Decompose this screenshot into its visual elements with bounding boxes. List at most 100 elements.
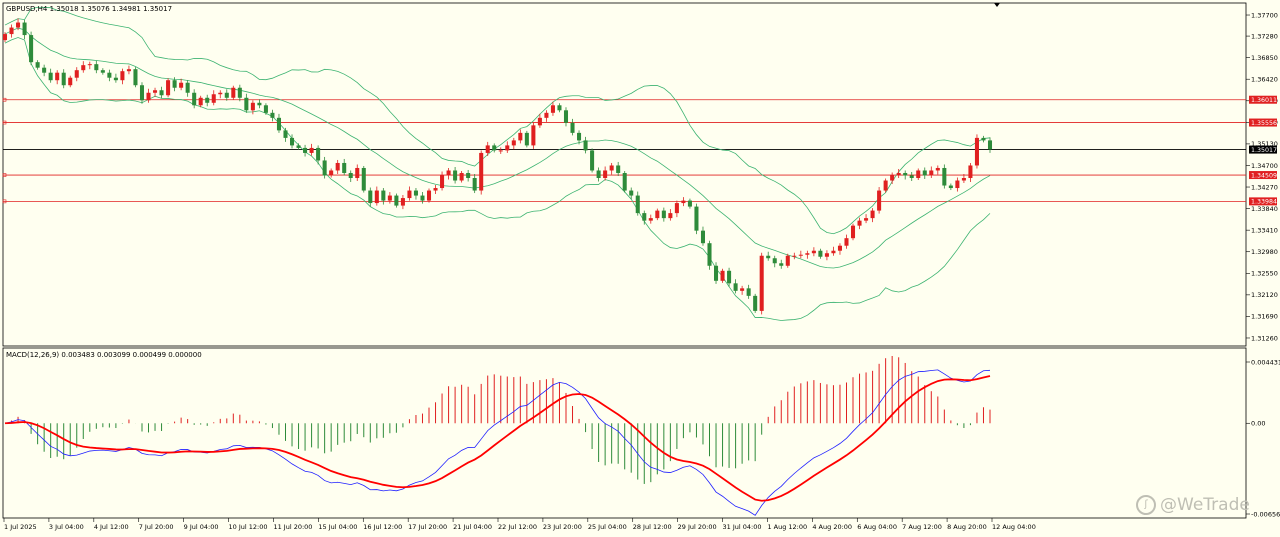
time-tick-label: 28 Jul 12:00 xyxy=(633,523,672,531)
candle-body xyxy=(231,87,236,98)
price-chart-canvas[interactable]: 1.377001.372801.368501.364201.359901.355… xyxy=(0,0,1280,537)
candle-body xyxy=(381,190,386,201)
candle-body xyxy=(283,130,288,138)
candle-body xyxy=(681,200,686,204)
candle-body xyxy=(766,255,771,259)
candle-body xyxy=(479,152,484,191)
candle-body xyxy=(2,34,8,41)
candle-body xyxy=(616,165,621,173)
time-tick-label: 1 Jul 2025 xyxy=(4,523,37,531)
candle-body xyxy=(198,97,203,106)
candle-body xyxy=(466,172,471,179)
candle-body xyxy=(309,147,314,153)
candle-body xyxy=(505,145,510,151)
wetrade-watermark: ʃ @WeTrade xyxy=(1136,495,1250,515)
bollinger-upper-band xyxy=(4,6,991,235)
time-tick-label: 8 Aug 20:00 xyxy=(947,523,987,531)
candle-body xyxy=(289,137,295,146)
candle-body xyxy=(42,67,47,73)
candle-body xyxy=(9,27,14,35)
candle-body xyxy=(909,175,914,179)
candle-body xyxy=(955,180,960,189)
candle-body xyxy=(609,165,614,171)
candle-body xyxy=(159,90,164,96)
candle-body xyxy=(537,117,542,126)
price-tick-label: 1.32550 xyxy=(1251,270,1278,278)
candle-body xyxy=(622,172,627,191)
candle-body xyxy=(903,172,908,176)
price-tick-label: 1.31260 xyxy=(1251,334,1278,342)
candle-body xyxy=(211,94,216,103)
candle-body xyxy=(570,122,575,133)
shift-marker-icon[interactable] xyxy=(994,3,1000,7)
candle-body xyxy=(68,77,73,86)
candle-body xyxy=(922,170,927,176)
candle-body xyxy=(374,190,379,204)
candle-body xyxy=(335,162,340,171)
candle-body xyxy=(746,288,751,296)
time-tick-label: 29 Jul 20:00 xyxy=(678,523,717,531)
candle-body xyxy=(961,178,966,181)
candle-body xyxy=(263,105,268,113)
candle-body xyxy=(785,255,790,266)
candle-body xyxy=(740,288,745,291)
candle-body xyxy=(981,137,986,141)
candle-body xyxy=(674,203,679,214)
time-tick-label: 1 Aug 12:00 xyxy=(767,523,807,531)
candle-body xyxy=(798,254,803,256)
candle-body xyxy=(426,190,432,201)
price-tick-label: 1.33410 xyxy=(1251,226,1278,234)
candle-body xyxy=(218,92,223,95)
candle-body xyxy=(733,283,738,291)
time-tick-label: 22 Jul 12:00 xyxy=(498,523,537,531)
candle-body xyxy=(492,145,497,151)
candle-body xyxy=(153,90,158,93)
candle-body xyxy=(29,35,34,63)
candle-body xyxy=(707,243,712,266)
candle-body xyxy=(400,198,405,206)
candle-body xyxy=(55,72,60,81)
candle-body xyxy=(394,195,399,206)
candle-body xyxy=(237,87,242,98)
candle-body xyxy=(883,180,888,191)
candle-body xyxy=(87,64,92,66)
candle-body xyxy=(694,206,699,231)
candle-body xyxy=(348,172,353,179)
candle-body xyxy=(48,72,53,81)
candle-body xyxy=(172,80,177,88)
macd-axis: 0.004431 0.00 -0.006562 xyxy=(1246,358,1280,518)
candle-body xyxy=(759,255,764,311)
candle-body xyxy=(35,62,40,68)
candle-body xyxy=(413,190,418,196)
candle-body xyxy=(929,170,934,176)
price-tick-label: 1.36420 xyxy=(1251,76,1278,84)
candle-body xyxy=(61,72,66,86)
candle-body xyxy=(296,145,301,148)
macd-tick-label: 0.00 xyxy=(1251,420,1265,428)
candle-body xyxy=(120,71,125,81)
candle-body xyxy=(518,132,523,141)
candle-body xyxy=(329,170,334,176)
candle-body xyxy=(498,150,503,152)
candle-body xyxy=(948,185,953,189)
candle-body xyxy=(629,190,634,196)
candle-body xyxy=(550,105,555,113)
price-tick-label: 1.37280 xyxy=(1251,32,1278,40)
candle-body xyxy=(668,213,673,219)
candle-body xyxy=(524,132,529,146)
candle-body xyxy=(890,175,895,181)
macd-tick-label: 0.004431 xyxy=(1251,358,1280,366)
time-tick-label: 3 Jul 04:00 xyxy=(49,523,84,531)
time-tick-label: 31 Jul 04:00 xyxy=(723,523,762,531)
candle-body xyxy=(850,225,856,239)
time-tick-label: 17 Jul 20:00 xyxy=(408,523,447,531)
candle-body xyxy=(635,195,640,214)
macd-signal-line xyxy=(4,375,991,502)
candle-body xyxy=(133,69,138,86)
level-price-tag-label: 1.34509 xyxy=(1251,172,1277,179)
candle-body xyxy=(94,64,99,71)
candle-body xyxy=(453,170,458,181)
candle-body xyxy=(433,188,438,191)
level-price-tag-label: 1.35017 xyxy=(1251,147,1277,154)
candle-body xyxy=(753,295,758,311)
